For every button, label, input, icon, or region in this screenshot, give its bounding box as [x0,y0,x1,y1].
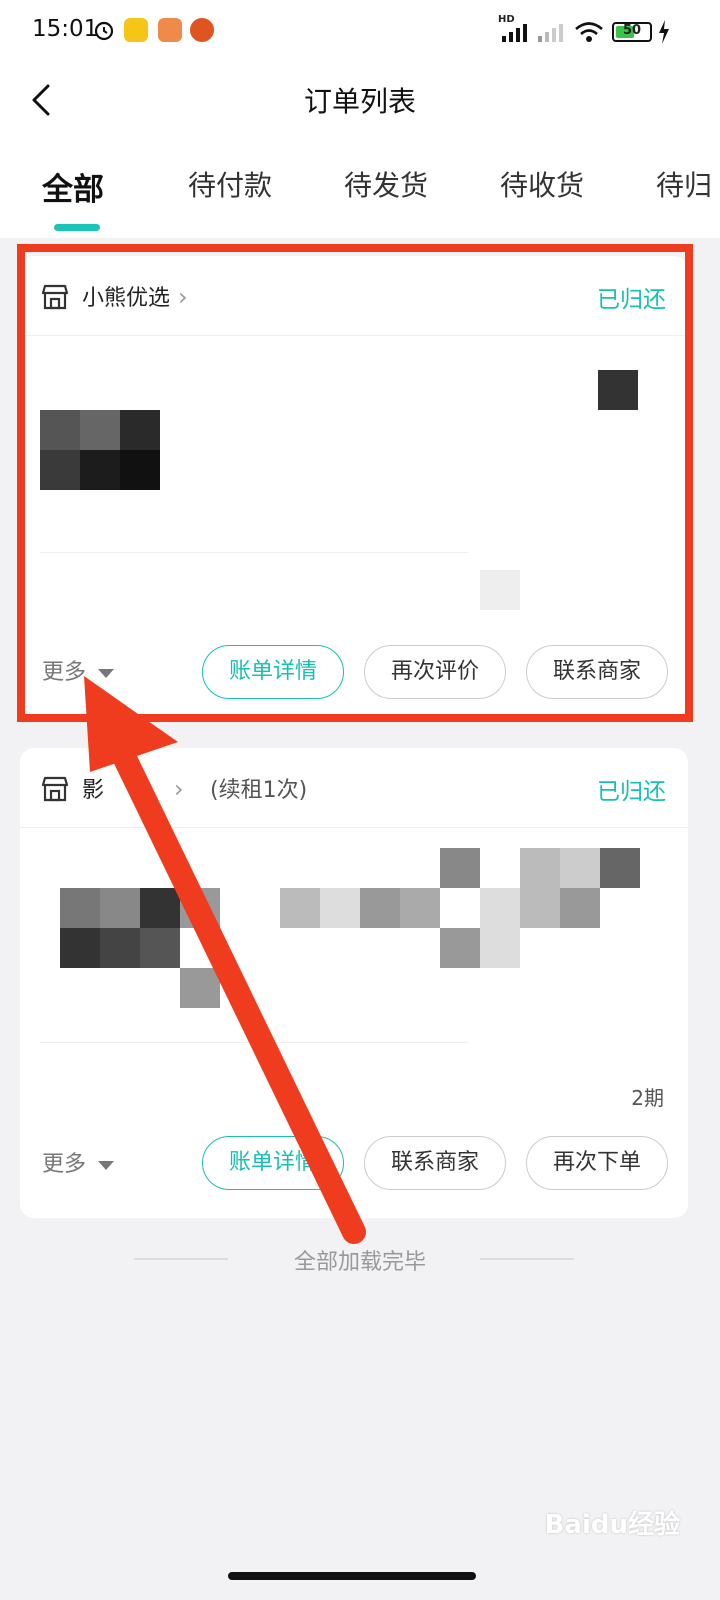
annotation-arrow [84,676,366,1244]
home-indicator[interactable] [228,1572,476,1580]
watermark-logo: Baidu经验 [544,1510,680,1540]
